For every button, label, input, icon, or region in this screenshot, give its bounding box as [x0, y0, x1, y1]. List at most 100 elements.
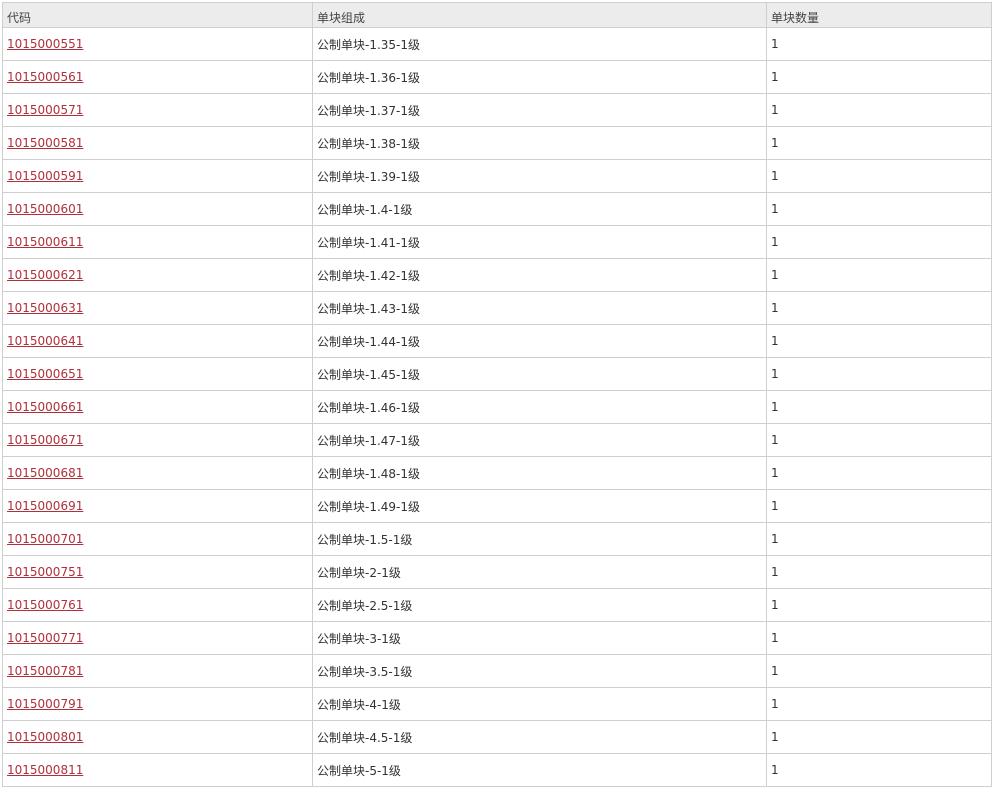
code-link[interactable]: 1015000811 [7, 763, 83, 777]
table-row: 1015000811 公制单块-5-1级 1 [2, 753, 992, 787]
composition-cell: 公制单块-1.48-1级 [312, 456, 767, 490]
quantity-cell: 1 [766, 456, 992, 490]
code-link[interactable]: 1015000701 [7, 532, 83, 546]
code-link[interactable]: 1015000581 [7, 136, 83, 150]
column-header-composition: 单块组成 [312, 2, 767, 28]
code-cell: 1015000681 [2, 456, 313, 490]
code-link[interactable]: 1015000661 [7, 400, 83, 414]
quantity-cell: 1 [766, 192, 992, 226]
quantity-cell: 1 [766, 27, 992, 61]
block-table: 代码 单块组成 单块数量 1015000551 公制单块-1.35-1级 1 1… [2, 2, 992, 787]
table-row: 1015000611 公制单块-1.41-1级 1 [2, 225, 992, 259]
code-cell: 1015000641 [2, 324, 313, 358]
table-row: 1015000751 公制单块-2-1级 1 [2, 555, 992, 589]
code-cell: 1015000611 [2, 225, 313, 259]
composition-cell: 公制单块-1.38-1级 [312, 126, 767, 160]
table-row: 1015000551 公制单块-1.35-1级 1 [2, 27, 992, 61]
code-link[interactable]: 1015000651 [7, 367, 83, 381]
composition-cell: 公制单块-1.4-1级 [312, 192, 767, 226]
code-link[interactable]: 1015000561 [7, 70, 83, 84]
code-cell: 1015000791 [2, 687, 313, 721]
code-cell: 1015000811 [2, 753, 313, 787]
code-cell: 1015000621 [2, 258, 313, 292]
table-row: 1015000621 公制单块-1.42-1级 1 [2, 258, 992, 292]
code-link[interactable]: 1015000791 [7, 697, 83, 711]
quantity-cell: 1 [766, 258, 992, 292]
code-link[interactable]: 1015000601 [7, 202, 83, 216]
code-cell: 1015000781 [2, 654, 313, 688]
code-cell: 1015000661 [2, 390, 313, 424]
composition-cell: 公制单块-1.44-1级 [312, 324, 767, 358]
table-header-row: 代码 单块组成 单块数量 [2, 2, 992, 28]
quantity-cell: 1 [766, 588, 992, 622]
composition-cell: 公制单块-1.46-1级 [312, 390, 767, 424]
quantity-cell: 1 [766, 93, 992, 127]
quantity-cell: 1 [766, 687, 992, 721]
quantity-cell: 1 [766, 324, 992, 358]
composition-cell: 公制单块-1.49-1级 [312, 489, 767, 523]
composition-cell: 公制单块-2-1级 [312, 555, 767, 589]
block-table-container: 代码 单块组成 单块数量 1015000551 公制单块-1.35-1级 1 1… [2, 2, 992, 787]
composition-cell: 公制单块-4-1级 [312, 687, 767, 721]
table-row: 1015000801 公制单块-4.5-1级 1 [2, 720, 992, 754]
code-link[interactable]: 1015000631 [7, 301, 83, 315]
code-cell: 1015000581 [2, 126, 313, 160]
composition-cell: 公制单块-4.5-1级 [312, 720, 767, 754]
composition-cell: 公制单块-1.39-1级 [312, 159, 767, 193]
quantity-cell: 1 [766, 225, 992, 259]
code-link[interactable]: 1015000691 [7, 499, 83, 513]
quantity-cell: 1 [766, 159, 992, 193]
code-link[interactable]: 1015000571 [7, 103, 83, 117]
code-cell: 1015000651 [2, 357, 313, 391]
quantity-cell: 1 [766, 720, 992, 754]
code-cell: 1015000751 [2, 555, 313, 589]
quantity-cell: 1 [766, 126, 992, 160]
composition-cell: 公制单块-1.35-1级 [312, 27, 767, 61]
code-link[interactable]: 1015000641 [7, 334, 83, 348]
table-row: 1015000571 公制单块-1.37-1级 1 [2, 93, 992, 127]
composition-cell: 公制单块-2.5-1级 [312, 588, 767, 622]
code-link[interactable]: 1015000621 [7, 268, 83, 282]
code-link[interactable]: 1015000681 [7, 466, 83, 480]
table-row: 1015000701 公制单块-1.5-1级 1 [2, 522, 992, 556]
code-link[interactable]: 1015000551 [7, 37, 83, 51]
table-row: 1015000671 公制单块-1.47-1级 1 [2, 423, 992, 457]
code-link[interactable]: 1015000751 [7, 565, 83, 579]
table-row: 1015000681 公制单块-1.48-1级 1 [2, 456, 992, 490]
code-link[interactable]: 1015000611 [7, 235, 83, 249]
table-row: 1015000691 公制单块-1.49-1级 1 [2, 489, 992, 523]
table-row: 1015000651 公制单块-1.45-1级 1 [2, 357, 992, 391]
composition-cell: 公制单块-1.45-1级 [312, 357, 767, 391]
code-link[interactable]: 1015000801 [7, 730, 83, 744]
code-cell: 1015000631 [2, 291, 313, 325]
quantity-cell: 1 [766, 753, 992, 787]
code-link[interactable]: 1015000671 [7, 433, 83, 447]
quantity-cell: 1 [766, 390, 992, 424]
code-link[interactable]: 1015000771 [7, 631, 83, 645]
code-cell: 1015000801 [2, 720, 313, 754]
composition-cell: 公制单块-3.5-1级 [312, 654, 767, 688]
table-row: 1015000601 公制单块-1.4-1级 1 [2, 192, 992, 226]
quantity-cell: 1 [766, 489, 992, 523]
code-cell: 1015000561 [2, 60, 313, 94]
quantity-cell: 1 [766, 555, 992, 589]
composition-cell: 公制单块-1.47-1级 [312, 423, 767, 457]
table-row: 1015000561 公制单块-1.36-1级 1 [2, 60, 992, 94]
composition-cell: 公制单块-1.43-1级 [312, 291, 767, 325]
code-cell: 1015000701 [2, 522, 313, 556]
table-row: 1015000781 公制单块-3.5-1级 1 [2, 654, 992, 688]
composition-cell: 公制单块-5-1级 [312, 753, 767, 787]
code-link[interactable]: 1015000761 [7, 598, 83, 612]
composition-cell: 公制单块-3-1级 [312, 621, 767, 655]
table-row: 1015000641 公制单块-1.44-1级 1 [2, 324, 992, 358]
code-cell: 1015000691 [2, 489, 313, 523]
composition-cell: 公制单块-1.5-1级 [312, 522, 767, 556]
column-header-code: 代码 [2, 2, 313, 28]
code-cell: 1015000571 [2, 93, 313, 127]
code-link[interactable]: 1015000591 [7, 169, 83, 183]
quantity-cell: 1 [766, 654, 992, 688]
code-link[interactable]: 1015000781 [7, 664, 83, 678]
code-cell: 1015000771 [2, 621, 313, 655]
table-body: 1015000551 公制单块-1.35-1级 1 1015000561 公制单… [2, 27, 992, 787]
code-cell: 1015000591 [2, 159, 313, 193]
